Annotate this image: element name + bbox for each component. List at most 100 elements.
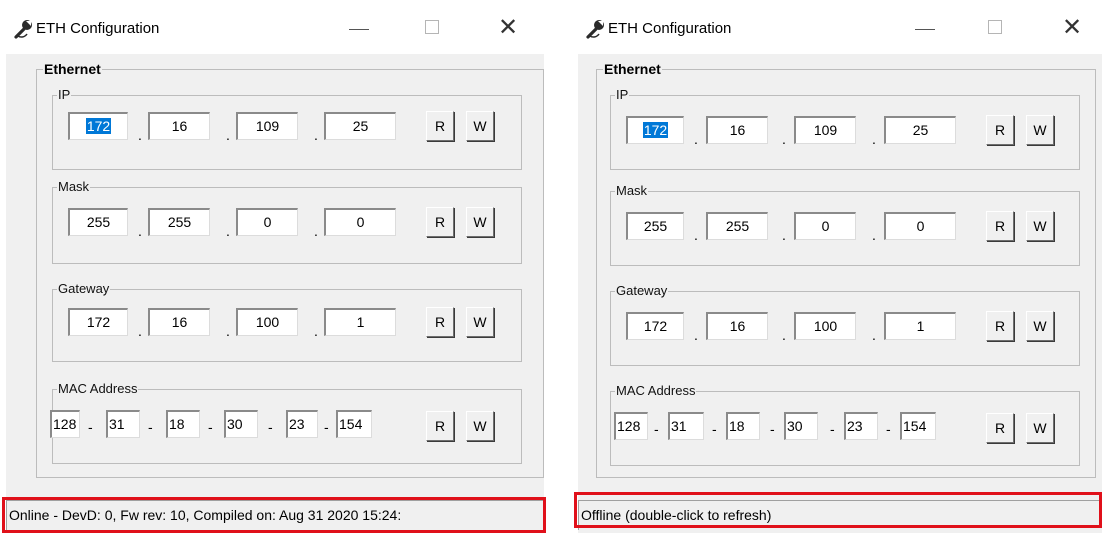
wrench-icon xyxy=(586,20,604,39)
window-title: ETH Configuration xyxy=(36,20,160,37)
dash-separator: - xyxy=(654,421,659,437)
dot-separator: . xyxy=(782,131,786,147)
mask-write-button[interactable]: W xyxy=(1026,211,1054,241)
ip-write-button[interactable]: W xyxy=(466,111,494,141)
dot-separator: . xyxy=(872,227,876,243)
dash-separator: - xyxy=(712,421,717,437)
eth-config-window-online: ETH Configuration ✕ Ethernet IP 172 . 16… xyxy=(0,0,550,533)
mac-byte-1[interactable]: 128 xyxy=(614,412,648,440)
mac-byte-3[interactable]: 18 xyxy=(166,410,200,438)
ethernet-group-title: Ethernet xyxy=(604,61,661,77)
dot-separator: . xyxy=(314,223,318,239)
window-body: Ethernet IP 172 . 16 . 109 . 25 R W Mask… xyxy=(578,54,1102,533)
gateway-write-button[interactable]: W xyxy=(466,307,494,337)
maximize-button[interactable] xyxy=(425,20,439,34)
window-title: ETH Configuration xyxy=(608,20,732,37)
mask-octet-4[interactable]: 0 xyxy=(324,208,396,236)
dash-separator: - xyxy=(268,419,273,435)
mac-byte-1[interactable]: 128 xyxy=(50,410,80,438)
highlight-box xyxy=(574,492,1102,528)
mask-label: Mask xyxy=(58,179,90,194)
ip-octet-3[interactable]: 109 xyxy=(794,116,856,144)
ip-octet-2[interactable]: 16 xyxy=(706,116,768,144)
mac-read-button[interactable]: R xyxy=(426,411,454,441)
gateway-octet-4[interactable]: 1 xyxy=(324,308,396,336)
dot-separator: . xyxy=(226,323,230,339)
mac-write-button[interactable]: W xyxy=(1026,413,1054,443)
gateway-octet-2[interactable]: 16 xyxy=(706,312,768,340)
gateway-write-button[interactable]: W xyxy=(1026,311,1054,341)
ip-label: IP xyxy=(58,87,71,102)
dash-separator: - xyxy=(886,421,891,437)
mac-write-button[interactable]: W xyxy=(466,411,494,441)
ip-read-button[interactable]: R xyxy=(426,111,454,141)
mask-octet-1[interactable]: 255 xyxy=(626,212,684,240)
dot-separator: . xyxy=(314,127,318,143)
mask-write-button[interactable]: W xyxy=(466,207,494,237)
mask-octet-2[interactable]: 255 xyxy=(148,208,210,236)
dash-separator: - xyxy=(208,419,213,435)
dot-separator: . xyxy=(314,323,318,339)
gateway-octet-3[interactable]: 100 xyxy=(794,312,856,340)
ip-octet-1[interactable]: 172 xyxy=(68,112,128,140)
mask-octet-3[interactable]: 0 xyxy=(794,212,856,240)
gateway-octet-4[interactable]: 1 xyxy=(884,312,956,340)
dash-separator: - xyxy=(148,419,153,435)
gateway-octet-1[interactable]: 172 xyxy=(68,308,128,336)
mask-octet-1[interactable]: 255 xyxy=(68,208,128,236)
gateway-octet-2[interactable]: 16 xyxy=(148,308,210,336)
ethernet-group-title: Ethernet xyxy=(44,61,101,77)
dot-separator: . xyxy=(872,327,876,343)
gateway-read-button[interactable]: R xyxy=(426,307,454,337)
dot-separator: . xyxy=(138,127,142,143)
mac-byte-6[interactable]: 154 xyxy=(900,412,936,440)
gateway-octet-1[interactable]: 172 xyxy=(626,312,684,340)
dot-separator: . xyxy=(226,127,230,143)
ip-write-button[interactable]: W xyxy=(1026,115,1054,145)
ip-octet-4[interactable]: 25 xyxy=(324,112,396,140)
minimize-button[interactable] xyxy=(912,18,938,40)
mask-read-button[interactable]: R xyxy=(986,211,1014,241)
mac-byte-4[interactable]: 30 xyxy=(784,412,818,440)
mac-read-button[interactable]: R xyxy=(986,413,1014,443)
mask-octet-4[interactable]: 0 xyxy=(884,212,956,240)
mask-read-button[interactable]: R xyxy=(426,207,454,237)
mac-byte-6[interactable]: 154 xyxy=(336,410,372,438)
highlight-box xyxy=(2,497,546,533)
maximize-button[interactable] xyxy=(988,20,1002,34)
ip-read-button[interactable]: R xyxy=(986,115,1014,145)
wrench-icon xyxy=(14,20,32,39)
title-bar[interactable]: ETH Configuration ✕ xyxy=(572,0,1102,58)
mac-byte-2[interactable]: 31 xyxy=(668,412,704,440)
ip-octet-1[interactable]: 172 xyxy=(626,116,684,144)
mac-byte-3[interactable]: 18 xyxy=(726,412,760,440)
gateway-octet-3[interactable]: 100 xyxy=(236,308,298,336)
ip-octet-2[interactable]: 16 xyxy=(148,112,210,140)
mac-byte-2[interactable]: 31 xyxy=(106,410,140,438)
gateway-read-button[interactable]: R xyxy=(986,311,1014,341)
dot-separator: . xyxy=(782,327,786,343)
title-bar[interactable]: ETH Configuration ✕ xyxy=(0,0,550,58)
mac-byte-4[interactable]: 30 xyxy=(224,410,258,438)
close-button[interactable]: ✕ xyxy=(1058,14,1086,42)
minimize-button[interactable] xyxy=(346,18,372,40)
mask-octet-2[interactable]: 255 xyxy=(706,212,768,240)
window-body: Ethernet IP 172 . 16 . 109 . 25 R W Mask… xyxy=(6,54,544,533)
mac-byte-5[interactable]: 23 xyxy=(844,412,878,440)
eth-config-window-offline: ETH Configuration ✕ Ethernet IP 172 . 16… xyxy=(572,0,1102,533)
mac-byte-5[interactable]: 23 xyxy=(286,410,318,438)
gateway-label: Gateway xyxy=(616,283,668,298)
mask-label: Mask xyxy=(616,183,648,198)
ip-octet-4[interactable]: 25 xyxy=(884,116,956,144)
dot-separator: . xyxy=(694,327,698,343)
close-button[interactable]: ✕ xyxy=(494,14,522,42)
dot-separator: . xyxy=(782,227,786,243)
ip-octet-3[interactable]: 109 xyxy=(236,112,298,140)
mac-address-label: MAC Address xyxy=(616,383,696,398)
dot-separator: . xyxy=(694,227,698,243)
dot-separator: . xyxy=(694,131,698,147)
gateway-label: Gateway xyxy=(58,281,110,296)
dot-separator: . xyxy=(138,323,142,339)
dash-separator: - xyxy=(324,419,329,435)
mask-octet-3[interactable]: 0 xyxy=(236,208,298,236)
